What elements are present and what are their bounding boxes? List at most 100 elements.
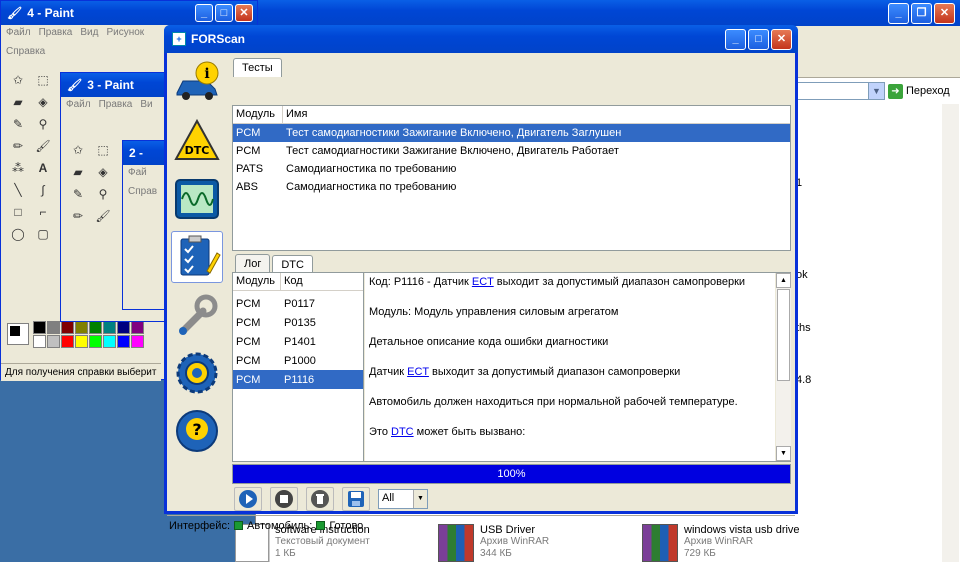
oscilloscope-button[interactable]	[171, 173, 223, 225]
column-header-code[interactable]: Код	[281, 273, 363, 290]
palette-color[interactable]	[61, 335, 74, 348]
scroll-down-icon[interactable]: ▼	[776, 446, 791, 461]
curve-icon[interactable]: ∫	[34, 181, 52, 199]
stop-button[interactable]	[270, 487, 298, 511]
menu-item[interactable]: Фай	[128, 167, 147, 178]
maximize-icon[interactable]: □	[215, 4, 233, 22]
forscan-window[interactable]: + FORScan _ □ ✕ i DTC ? Тесты Модуль Имя…	[164, 25, 798, 532]
save-button[interactable]	[342, 487, 370, 511]
list-item[interactable]: PCM P0135	[233, 313, 363, 332]
list-item[interactable]: PCM P1401	[233, 332, 363, 351]
line-icon[interactable]: ╲	[9, 181, 27, 199]
eraser-icon[interactable]: ▰	[69, 163, 87, 181]
service-button[interactable]	[171, 289, 223, 341]
minimize-icon[interactable]: _	[725, 29, 746, 50]
palette-color[interactable]	[103, 321, 116, 334]
column-header-module[interactable]: Модуль	[233, 273, 281, 290]
ellipse-icon[interactable]: ◯	[9, 225, 27, 243]
pencil-icon[interactable]: ✏	[9, 137, 27, 155]
palette-color[interactable]	[33, 321, 46, 334]
menu-item[interactable]: Рисунок	[106, 27, 144, 38]
detail-scrollbar[interactable]: ▲ ▼	[776, 273, 791, 461]
rect-select-icon[interactable]: ⬚	[34, 71, 52, 89]
palette-color[interactable]	[47, 335, 60, 348]
settings-button[interactable]	[171, 347, 223, 399]
picker-icon[interactable]: ✎	[69, 185, 87, 203]
close-icon[interactable]: ✕	[235, 4, 253, 22]
paint-titlebar[interactable]: 🖌 3 - Paint	[61, 73, 169, 97]
column-header-name[interactable]: Имя	[283, 106, 790, 123]
minimize-icon[interactable]: _	[195, 4, 213, 22]
table-row[interactable]: ABS Самодиагностика по требованию	[233, 178, 790, 196]
palette-color[interactable]	[75, 321, 88, 334]
palette-color[interactable]	[75, 335, 88, 348]
palette-color[interactable]	[131, 335, 144, 348]
scroll-up-icon[interactable]: ▲	[776, 273, 791, 288]
dtc-link[interactable]: DTC	[391, 426, 414, 438]
go-button[interactable]: ➜ Переход	[888, 82, 958, 100]
palette-color[interactable]	[117, 321, 130, 334]
ect-link[interactable]: ECT	[407, 366, 429, 378]
palette-color[interactable]	[47, 321, 60, 334]
dtc-button[interactable]: DTC	[171, 115, 223, 167]
maximize-icon[interactable]: □	[748, 29, 769, 50]
palette-color[interactable]	[131, 321, 144, 334]
explorer-titlebar[interactable]: _ ❐ ✕	[256, 0, 960, 26]
scroll-thumb[interactable]	[777, 289, 790, 381]
menu-item[interactable]: Файл	[66, 99, 91, 110]
menu-item[interactable]: Правка	[99, 99, 133, 110]
rect-select-icon[interactable]: ⬚	[94, 141, 112, 159]
help-button[interactable]: ?	[171, 405, 223, 457]
free-select-icon[interactable]: ✩	[69, 141, 87, 159]
palette-color[interactable]	[61, 321, 74, 334]
table-row[interactable]: PCM Тест самодиагностики Зажигание Включ…	[233, 142, 790, 160]
explorer-scrollbar[interactable]	[942, 104, 959, 562]
menu-item[interactable]: Справка	[6, 46, 45, 57]
paint-titlebar[interactable]: 2 -	[123, 141, 169, 165]
fill-icon[interactable]: ◈	[94, 163, 112, 181]
close-icon[interactable]: ✕	[934, 3, 955, 24]
brush-icon[interactable]: 🖌	[94, 207, 112, 225]
fill-icon[interactable]: ◈	[34, 93, 52, 111]
rectangle-icon[interactable]: □	[9, 203, 27, 221]
filter-select[interactable]: All ▼	[378, 489, 428, 509]
maximize-icon[interactable]: ❐	[911, 3, 932, 24]
palette-color[interactable]	[117, 335, 130, 348]
clear-button[interactable]	[306, 487, 334, 511]
palette-color[interactable]	[33, 335, 46, 348]
menu-item[interactable]: Ви	[140, 99, 152, 110]
palette-color[interactable]	[103, 335, 116, 348]
start-button[interactable]	[234, 487, 262, 511]
tests-button[interactable]	[171, 231, 223, 283]
picker-icon[interactable]: ✎	[9, 115, 27, 133]
minimize-icon[interactable]: _	[888, 3, 909, 24]
column-header-module[interactable]: Модуль	[233, 106, 283, 123]
magnifier-icon[interactable]: ⚲	[34, 115, 52, 133]
vehicle-info-button[interactable]: i	[171, 57, 223, 109]
list-item[interactable]: PCM P1116	[233, 370, 363, 389]
menu-item[interactable]: Файл	[6, 27, 31, 38]
table-row[interactable]: PATS Самодиагностика по требованию	[233, 160, 790, 178]
palette-color[interactable]	[89, 321, 102, 334]
airbrush-icon[interactable]: ⁂	[9, 159, 27, 177]
ect-link[interactable]: ECT	[472, 276, 494, 288]
chevron-down-icon[interactable]: ▼	[868, 83, 884, 99]
paint-window-2[interactable]: 2 - Фай Справ	[122, 140, 170, 310]
list-item[interactable]: PCM P0117	[233, 294, 363, 313]
pencil-icon[interactable]: ✏	[69, 207, 87, 225]
tab-log[interactable]: Лог	[235, 254, 271, 273]
rounded-rect-icon[interactable]: ▢	[34, 225, 52, 243]
eraser-icon[interactable]: ▰	[9, 93, 27, 111]
magnifier-icon[interactable]: ⚲	[94, 185, 112, 203]
menu-item[interactable]: Вид	[80, 27, 98, 38]
table-row[interactable]: PCM Тест самодиагностики Зажигание Включ…	[233, 124, 790, 142]
text-icon[interactable]: A	[34, 159, 52, 177]
close-icon[interactable]: ✕	[771, 29, 792, 50]
forscan-titlebar[interactable]: + FORScan	[164, 25, 798, 53]
free-select-icon[interactable]: ✩	[9, 71, 27, 89]
menu-item[interactable]: Справ	[128, 186, 157, 197]
list-item[interactable]: PCM P1000	[233, 351, 363, 370]
tab-tests[interactable]: Тесты	[233, 58, 282, 77]
chevron-down-icon[interactable]: ▼	[413, 490, 427, 508]
polygon-icon[interactable]: ⌐	[34, 203, 52, 221]
